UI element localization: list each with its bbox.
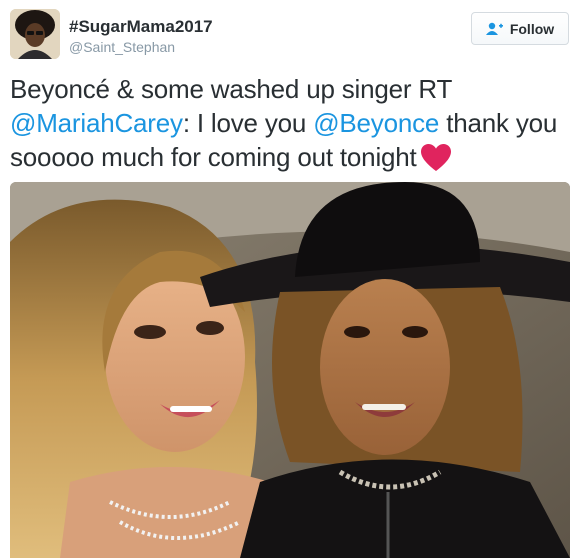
tweet-text: Beyoncé & some washed up singer RT @Mari… xyxy=(10,72,575,180)
follow-button-label: Follow xyxy=(509,20,555,37)
tweet-middle: : I love you xyxy=(182,108,307,138)
add-user-icon xyxy=(485,22,504,36)
mention-link-beyonce[interactable]: @Beyonce xyxy=(313,108,439,138)
tweet-intro: Beyoncé & some washed up singer RT xyxy=(10,74,453,104)
tweet-photo[interactable] xyxy=(10,182,570,558)
author-handle[interactable]: @Saint_Stephan xyxy=(69,39,175,55)
selfie-photo xyxy=(10,182,570,558)
avatar-image xyxy=(10,9,60,59)
avatar[interactable] xyxy=(10,9,60,59)
author-display-name[interactable]: #SugarMama2017 xyxy=(69,17,213,37)
heart-emoji-icon xyxy=(420,144,451,180)
mention-link-mariahcarey[interactable]: @MariahCarey xyxy=(10,108,183,138)
follow-button[interactable]: Follow xyxy=(471,12,569,45)
tweet-card: #SugarMama2017 @Saint_Stephan Follow Bey… xyxy=(0,0,583,558)
